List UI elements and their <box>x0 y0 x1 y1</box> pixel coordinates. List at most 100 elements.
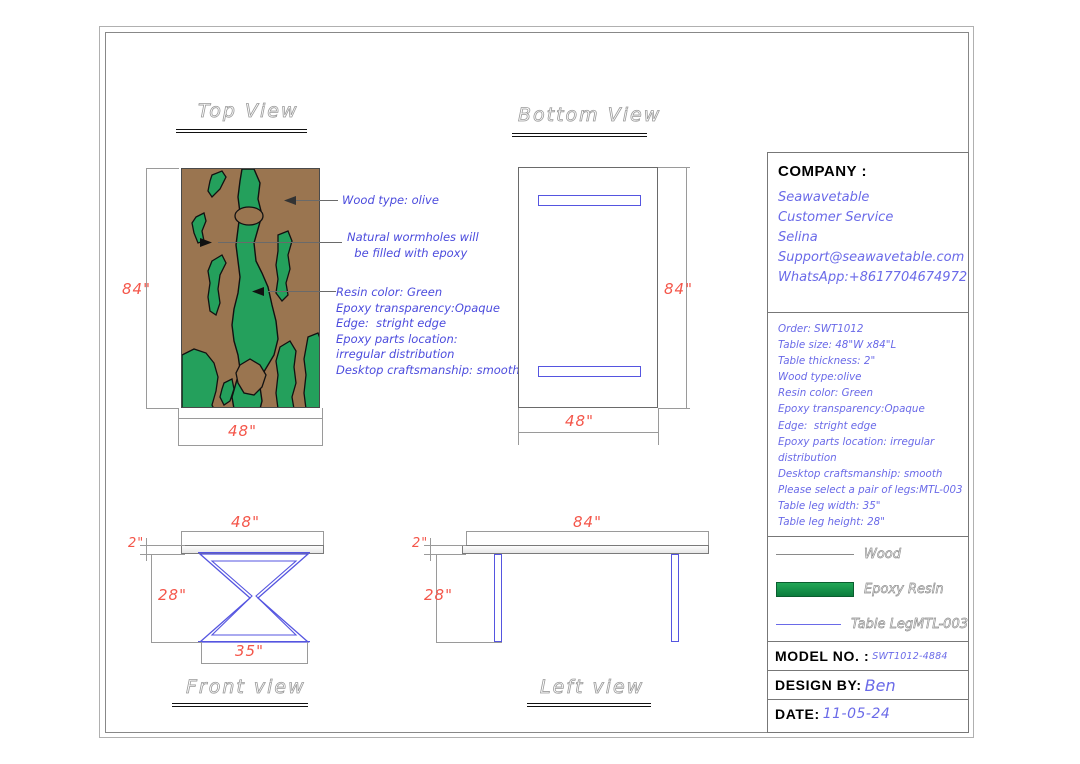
leader-resin <box>268 291 336 292</box>
front-view-height-dim: 28" <box>158 586 187 604</box>
spec-leg-width: Table leg width: 35" <box>778 500 881 513</box>
top-view-title-rule <box>176 129 307 133</box>
annotation-wormholes-line2: be filled with epoxy <box>347 245 468 260</box>
drawing-sheet: Top View 84" 48" Wood type: olive Natura… <box>0 0 1080 764</box>
left-view-dim-top-hline <box>466 531 709 532</box>
spec-epoxy-location: Epoxy parts location: irregular <box>778 435 935 448</box>
front-view-leg-top-rail <box>198 552 310 553</box>
wood-line-swatch-icon <box>776 554 854 555</box>
legend-item-table-leg: Table LegMTL-003 <box>768 607 968 642</box>
front-view-height-dim-vline <box>151 554 152 642</box>
top-view-dim-left <box>178 408 179 445</box>
arrow-wormholes <box>200 238 212 247</box>
field-date: DATE: 11-05-24 <box>768 700 968 728</box>
arrow-resin <box>252 287 264 296</box>
bottom-view-dim-hline <box>518 432 658 433</box>
front-view-width-dim: 48" <box>231 513 260 531</box>
legend-label-epoxy-resin: Epoxy Resin <box>864 582 944 598</box>
spec-leg-height: Table leg height: 28" <box>778 516 885 529</box>
field-model-no-label: MODEL NO. : <box>775 648 870 664</box>
title-block-model-row: MODEL NO. : SWT1012-4884 <box>768 642 968 671</box>
top-view-dim-right <box>322 408 323 445</box>
legend-item-epoxy-resin: Epoxy Resin <box>768 572 968 607</box>
left-view-thick-dim-vline <box>430 538 431 561</box>
front-view-x-leg <box>198 553 310 643</box>
leg-mount-plate-top <box>538 195 641 206</box>
title-block-date-row: DATE: 11-05-24 <box>768 700 968 728</box>
company-department: Customer Service <box>778 210 894 225</box>
bottom-view-title-rule <box>512 133 647 137</box>
arrow-wood-type <box>284 196 296 205</box>
spec-desktop-craftsmanship: Desktop craftsmanship: smooth <box>778 467 943 480</box>
legend-label-table-leg: Table LegMTL-003 <box>851 617 969 633</box>
legend-item-wood: Wood <box>768 537 968 572</box>
company-whatsapp[interactable]: WhatsApp:+8617704674972 <box>768 268 968 288</box>
front-view-thick-dim-vline <box>146 538 147 561</box>
left-view-height-dim: 28" <box>424 586 453 604</box>
spec-table-size: Table size: 48"W x84"L <box>778 339 897 352</box>
top-view-ext-bottom <box>146 408 179 409</box>
title-block-specs-row: Order: SWT1012 Table size: 48"W x84"L Ta… <box>768 313 968 537</box>
company-heading: COMPANY : <box>778 163 867 180</box>
field-date-label: DATE: <box>775 706 820 722</box>
spec-order: Order: SWT1012 <box>778 323 864 335</box>
bottom-view-slab <box>518 167 658 408</box>
title-block-legend-row: Wood Epoxy Resin Table LegMTL-003 <box>768 537 968 642</box>
front-view-height-ext-bottom <box>151 642 201 643</box>
annotation-resin-line2: Epoxy transparency:Opaque <box>336 300 500 315</box>
left-view-dim-top-right <box>708 531 709 545</box>
annotation-wood-type: Wood type: olive <box>342 193 439 209</box>
field-design-by-label: DESIGN BY: <box>775 677 862 693</box>
left-view-leg-right <box>671 554 679 642</box>
field-design-by: DESIGN BY: Ben <box>768 671 968 699</box>
front-view-legw-dim-hline <box>201 663 307 664</box>
front-view-dim-top-hline <box>181 531 324 532</box>
company-email[interactable]: Support@seawavetable.com <box>768 248 968 268</box>
left-view-tabletop <box>462 545 709 554</box>
left-view-length-dim: 84" <box>573 513 602 531</box>
bottom-view-dim-left <box>518 408 519 445</box>
top-view-slab <box>181 168 320 408</box>
front-view-dim-top-left <box>181 531 182 545</box>
top-view-ext-left-bottom <box>178 418 323 419</box>
front-view-title-rule <box>172 703 308 707</box>
top-view-ext-top <box>146 168 179 169</box>
resin-block-swatch-icon <box>776 582 854 597</box>
spec-epoxy-transparency: Epoxy transparency:Opaque <box>778 403 925 416</box>
spec-table-thickness: Table thickness: 2" <box>778 355 876 368</box>
left-view-thickness-dim: 2" <box>412 536 429 551</box>
left-view-title-rule <box>527 703 651 707</box>
field-model-no-value: SWT1012-4884 <box>872 650 948 662</box>
left-view-title: Left view <box>540 676 645 699</box>
annotation-resin-line3: Edge: stright edge <box>336 316 447 330</box>
top-view-resin-pattern <box>182 169 319 407</box>
left-view-height-ext-bottom <box>436 642 502 643</box>
top-view-title: Top View <box>198 100 299 123</box>
annotation-resin-specs: Resin color: Green Epoxy transparency:Op… <box>336 285 520 378</box>
title-block-company-row: COMPANY : Seawavetable Customer Service … <box>768 153 968 313</box>
front-view-legw-dim-left <box>201 642 202 664</box>
front-view-dim-top-right <box>323 531 324 545</box>
legend-label-wood: Wood <box>864 547 902 563</box>
leg-line-swatch-icon <box>776 624 842 625</box>
left-view-dim-top-left <box>466 531 467 545</box>
spec-edge: Edge: stright edge <box>778 419 877 432</box>
company-name: Seawavetable <box>778 190 870 205</box>
field-date-value: 11-05-24 <box>822 706 891 722</box>
bottom-view-ext-bottom <box>658 408 690 409</box>
bottom-view-height-dim: 84" <box>664 280 693 298</box>
top-view-width-dim: 48" <box>228 422 257 440</box>
field-model-no: MODEL NO. : SWT1012-4884 <box>768 642 968 670</box>
bottom-view-dim-right <box>658 408 659 445</box>
top-view-dim-hline <box>178 445 323 446</box>
front-view-title: Front view <box>186 676 306 699</box>
annotation-wormholes-line1: Natural wormholes will <box>347 230 479 244</box>
title-block-design-row: DESIGN BY: Ben <box>768 671 968 700</box>
annotation-resin-line4: Epoxy parts location: <box>336 331 458 346</box>
front-view-thickness-dim: 2" <box>128 536 145 551</box>
spec-wood-type: Wood type:olive <box>778 371 862 384</box>
front-view-legw-dim-right <box>307 642 308 664</box>
title-block: COMPANY : Seawavetable Customer Service … <box>767 152 969 733</box>
annotation-resin-line5: irregular distribution <box>336 347 455 361</box>
leg-mount-plate-bottom <box>538 366 641 377</box>
